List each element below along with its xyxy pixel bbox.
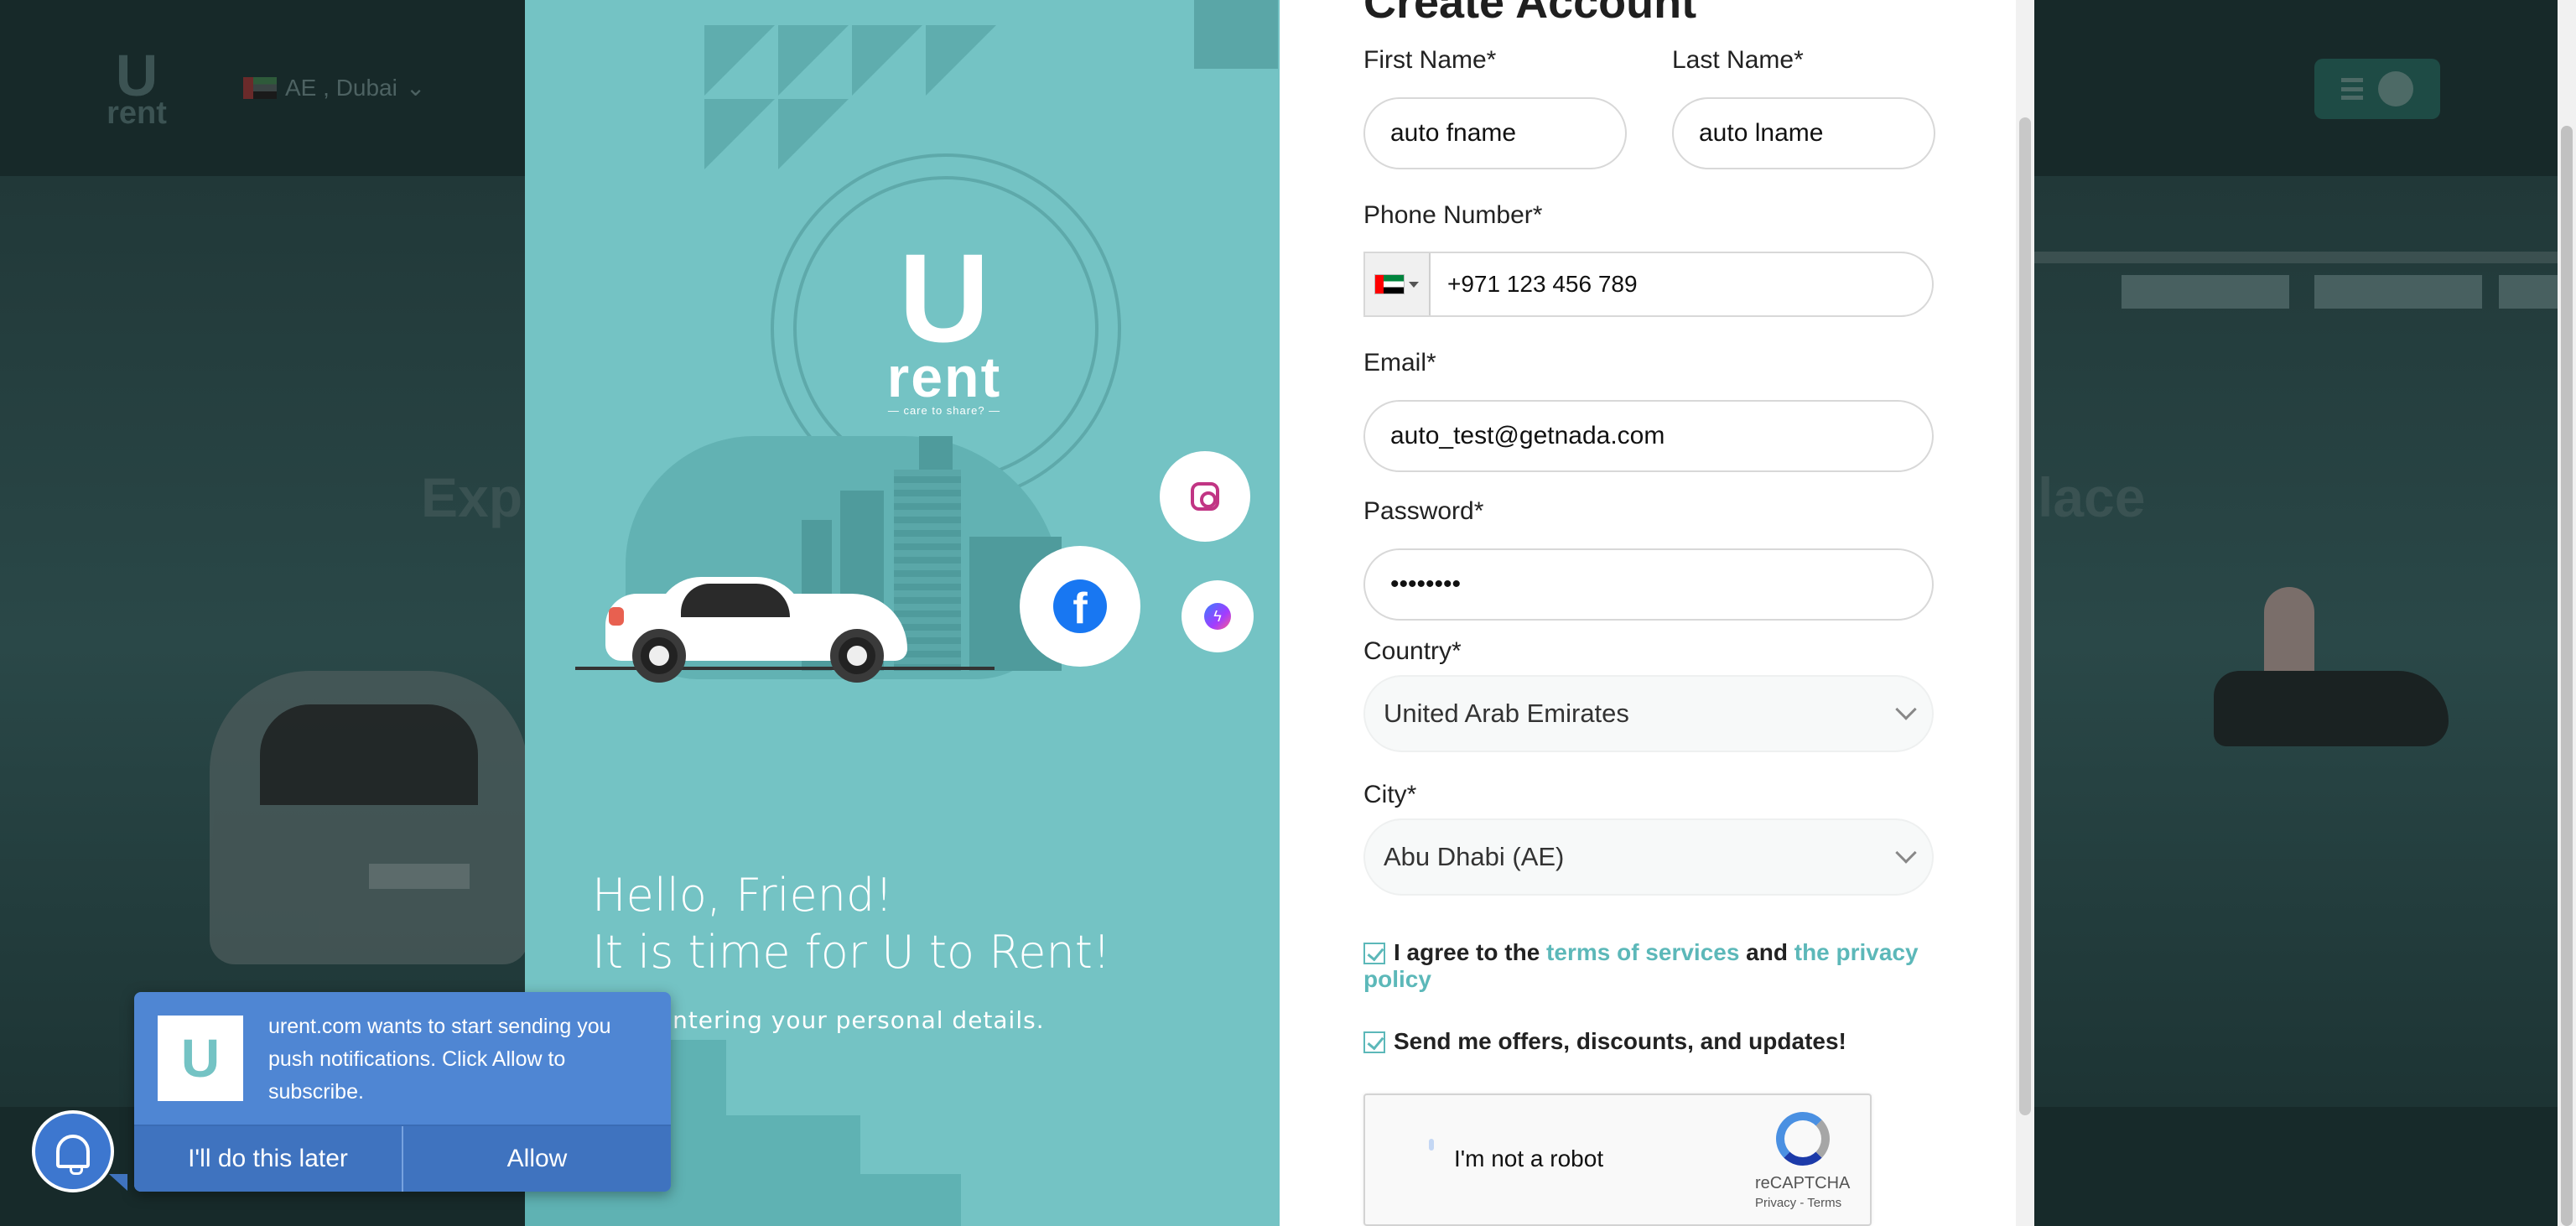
uae-flag-icon: [1375, 275, 1404, 294]
facebook-icon: f: [1053, 579, 1107, 633]
messenger-button[interactable]: ϟ: [1182, 580, 1254, 652]
user-menu-button[interactable]: [2314, 59, 2440, 119]
push-notification-prompt: U urent.com wants to start sending you p…: [134, 992, 671, 1192]
recaptcha-brand: reCAPTCHA: [1755, 1174, 1851, 1192]
push-message: urent.com wants to start sending you pus…: [268, 1015, 611, 1104]
chevron-down-icon: ⌄: [405, 75, 426, 101]
email-label: Email*: [1363, 349, 1436, 377]
locale-label: AE , Dubai: [285, 74, 397, 101]
car-image: [210, 671, 528, 964]
phone-label: Phone Number*: [1363, 201, 1543, 229]
terms-checkbox[interactable]: [1363, 943, 1385, 964]
offers-row: Send me offers, discounts, and updates!: [1363, 1028, 1950, 1055]
chevron-down-icon: [1895, 699, 1917, 720]
bell-icon: [56, 1135, 90, 1175]
hero-text-left: Exp: [421, 466, 523, 528]
phone-input[interactable]: +971 123 456 789: [1431, 271, 1638, 298]
push-later-button[interactable]: I'll do this later: [134, 1126, 402, 1192]
modal-scrollbar-thumb[interactable]: [2019, 117, 2031, 1115]
decor-square: [1194, 0, 1278, 69]
instagram-icon: [1191, 482, 1219, 511]
country-code-selector[interactable]: [1365, 253, 1431, 315]
push-allow-button[interactable]: Allow: [402, 1126, 671, 1192]
urent-logo: U rent — care to share? —: [886, 227, 1002, 417]
locale-selector[interactable]: AE , Dubai ⌄: [243, 74, 425, 101]
recaptcha-checkbox[interactable]: [1419, 1139, 1444, 1164]
instagram-button[interactable]: [1160, 451, 1250, 542]
jetski-image: [2214, 587, 2465, 771]
terms-agreement-row: I agree to the terms of services and the…: [1363, 939, 1919, 992]
recaptcha-links[interactable]: Privacy - Terms: [1755, 1196, 1841, 1210]
recaptcha-icon: [1776, 1112, 1830, 1166]
hello-heading: Hello, Friend! It is time for U to Rent!: [592, 869, 1111, 979]
form-title: Create Account: [1363, 0, 1697, 28]
signup-form-panel: Create Account First Name* auto fname La…: [1280, 0, 2034, 1226]
menu-icon: [2341, 78, 2363, 100]
email-input[interactable]: auto_test@getnada.com: [1363, 400, 1934, 472]
uae-flag-icon: [243, 76, 277, 99]
hero-text-right: lace: [2038, 466, 2146, 528]
bridge-graphic: [2029, 252, 2576, 309]
create-account-modal: U rent — care to share? — f ϟ Hello, Fri…: [525, 0, 2034, 1226]
password-input[interactable]: ••••••••: [1363, 548, 1934, 621]
user-avatar-icon: [2378, 71, 2413, 106]
first-name-input[interactable]: auto fname: [1363, 97, 1627, 169]
country-select[interactable]: United Arab Emirates: [1363, 675, 1934, 752]
first-name-label: First Name*: [1363, 46, 1497, 74]
facebook-button[interactable]: f: [1020, 546, 1140, 667]
page-scrollbar-thumb[interactable]: [2561, 126, 2573, 1226]
decor-triangles: [704, 25, 1015, 176]
country-label: Country*: [1363, 637, 1462, 665]
car-illustration: [605, 577, 907, 683]
messenger-icon: ϟ: [1204, 603, 1231, 630]
notification-bell-button[interactable]: [32, 1110, 114, 1192]
phone-field[interactable]: +971 123 456 789: [1363, 252, 1934, 317]
chevron-down-icon: [1895, 842, 1917, 864]
site-logo[interactable]: Urent: [99, 46, 174, 129]
terms-link[interactable]: terms of services: [1546, 939, 1739, 965]
offers-checkbox[interactable]: [1363, 1031, 1385, 1053]
last-name-label: Last Name*: [1672, 46, 1804, 74]
password-label: Password*: [1363, 497, 1484, 525]
recaptcha-label: I'm not a robot: [1454, 1145, 1604, 1171]
city-select[interactable]: Abu Dhabi (AE): [1363, 818, 1934, 896]
push-actions: I'll do this later Allow: [134, 1125, 671, 1192]
caret-down-icon: [1409, 281, 1419, 288]
city-label: City*: [1363, 781, 1417, 808]
urent-push-logo: U: [158, 1016, 243, 1101]
last-name-input[interactable]: auto lname: [1672, 97, 1935, 169]
recaptcha-widget: I'm not a robot reCAPTCHA Privacy - Term…: [1363, 1094, 1872, 1226]
